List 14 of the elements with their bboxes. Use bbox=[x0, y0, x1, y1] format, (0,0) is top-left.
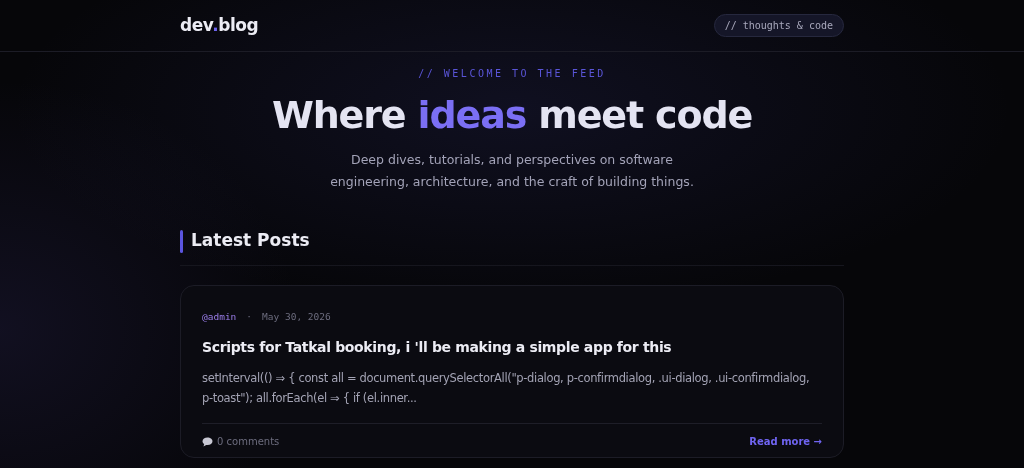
speech-bubble-icon bbox=[202, 436, 213, 447]
tagline-badge: // thoughts & code bbox=[713, 14, 844, 37]
hero-subtitle: Deep dives, tutorials, and perspectives on software engineering, architecture, and the craft of building things. bbox=[329, 151, 695, 191]
post-title[interactable]: Scripts for Tatkal booking, i 'll be making a simple app for this bbox=[202, 337, 822, 359]
hero-title: Where ideas meet code bbox=[271, 92, 753, 139]
site-logo[interactable]: dev.blog bbox=[180, 12, 259, 39]
meta-separator: · bbox=[246, 310, 253, 324]
read-more-link[interactable]: Read more → bbox=[749, 434, 822, 450]
comment-count[interactable]: 0 comments bbox=[217, 434, 280, 450]
post-author[interactable]: @admin bbox=[202, 310, 237, 325]
section-title: Latest Posts bbox=[191, 229, 310, 253]
post-date: May 30, 2026 bbox=[262, 310, 331, 324]
post-excerpt: setInterval(() ⇒ { const all = document.querySelectorAll("p-dialog, p-confirmdialog, .ui-dialog, .ui-confirmdialog, p-toast"); all.forEach(el ⇒ { if (el.inner... bbox=[202, 370, 811, 408]
hero-eyebrow: // WELCOME TO THE FEED bbox=[418, 67, 606, 81]
